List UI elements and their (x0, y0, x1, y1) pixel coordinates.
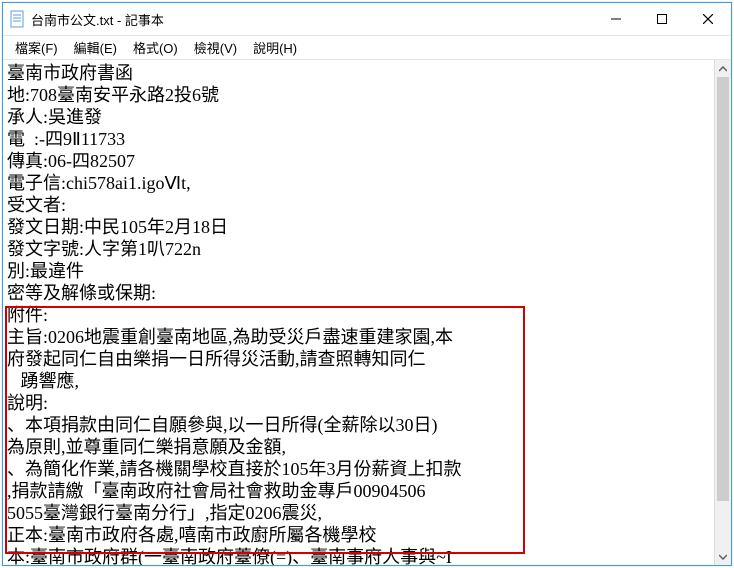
close-button[interactable] (685, 3, 731, 35)
text-line: 地:708臺南安平永路2投6號 (7, 84, 710, 106)
text-line: 本:臺南市政府群(一臺南政府薹僚(=)、臺南事府人事與~I (7, 546, 710, 565)
text-line: 附件: (7, 304, 710, 326)
text-line: 別:最違件 (7, 260, 710, 282)
client-area: 臺南市政府書函地:708臺南安平永路2投6號承人:吳進發電 :-四9Ⅱ11733… (3, 60, 731, 565)
minimize-button[interactable] (593, 3, 639, 35)
text-line: 、為簡化作業,請各機關學校直接於105年3月份薪資上扣款 (7, 458, 710, 480)
text-line: 踴響應, (7, 370, 710, 392)
text-line: 承人:吳進發 (7, 106, 710, 128)
text-line: 為原則,並尊重同仁樂捐意願及金額, (7, 436, 710, 458)
text-line: 主旨:0206地震重創臺南地區,為助受災戶盡速重建家園,本 (7, 326, 710, 348)
scroll-thumb[interactable] (717, 77, 729, 501)
app-icon (9, 9, 25, 29)
menu-file[interactable]: 檔案(F) (7, 36, 66, 59)
text-line: 5055臺灣銀行臺南分行」,指定0206震災, (7, 502, 710, 524)
text-line: 臺南市政府書函 (7, 62, 710, 84)
text-line: 電 :-四9Ⅱ11733 (7, 128, 710, 150)
text-line: 府發起同仁自由樂捐一日所得災活動,請查照轉知同仁 (7, 348, 710, 370)
text-line: 傳真:06-四82507 (7, 150, 710, 172)
vertical-scrollbar[interactable] (714, 60, 731, 565)
text-line: 電子信:chi578ai1.igoⅥt, (7, 172, 710, 194)
maximize-button[interactable] (639, 3, 685, 35)
menu-view[interactable]: 檢視(V) (186, 36, 245, 59)
scroll-down-arrow[interactable] (715, 548, 732, 565)
window-title: 台南市公文.txt - 記事本 (31, 10, 164, 29)
menu-edit[interactable]: 編輯(E) (66, 36, 125, 59)
text-line: ,捐款請繳「臺南政府社會局社會救助金專戶00904506 (7, 480, 710, 502)
title-bar[interactable]: 台南市公文.txt - 記事本 (3, 3, 731, 36)
text-line: 、本項捐款由同仁自願參與,以一日所得(全薪除以30日) (7, 414, 710, 436)
text-line: 受文者: (7, 194, 710, 216)
menu-bar: 檔案(F) 編輯(E) 格式(O) 檢視(V) 說明(H) (3, 36, 731, 60)
text-line: 說明: (7, 392, 710, 414)
text-line: 發文日期:中民105年2月18日 (7, 216, 710, 238)
notepad-window: 台南市公文.txt - 記事本 檔案(F) 編輯(E) 格式(O) 檢視(V) … (2, 2, 732, 566)
text-line: 發文字號:人字第1叭722n (7, 238, 710, 260)
menu-format[interactable]: 格式(O) (125, 36, 186, 59)
menu-help[interactable]: 說明(H) (245, 36, 305, 59)
text-area[interactable]: 臺南市政府書函地:708臺南安平永路2投6號承人:吳進發電 :-四9Ⅱ11733… (3, 60, 714, 565)
scroll-up-arrow[interactable] (715, 60, 732, 77)
text-line: 密等及解條或保期: (7, 282, 710, 304)
scroll-track[interactable] (715, 77, 731, 548)
text-line: 正本:臺南市政府各處,嘻南市政廚所屬各機學校 (7, 524, 710, 546)
